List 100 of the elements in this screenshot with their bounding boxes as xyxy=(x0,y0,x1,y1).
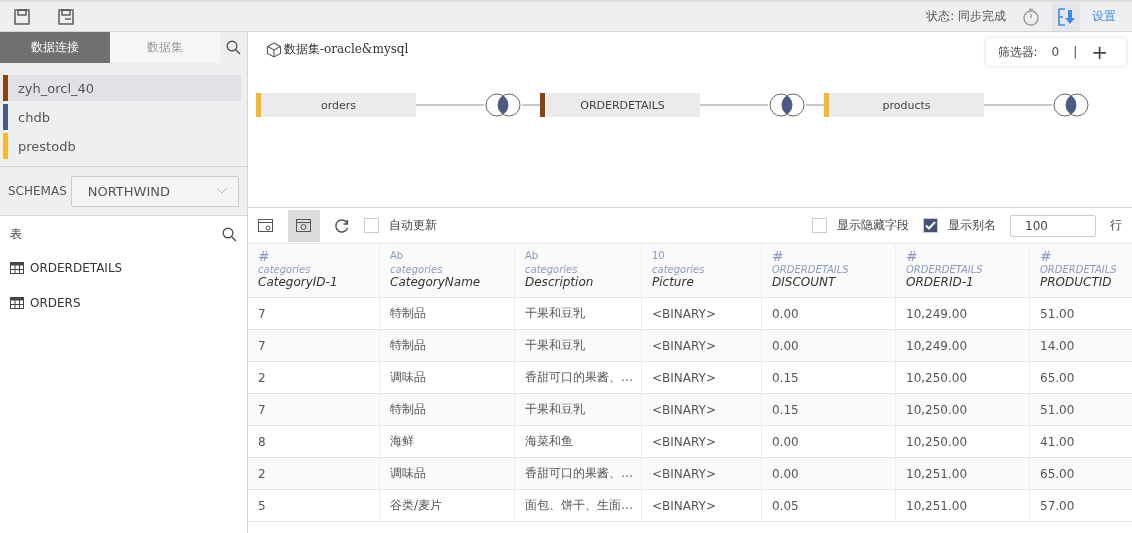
table-cell: 0.00 xyxy=(762,298,896,330)
column-source: categories xyxy=(525,264,578,275)
join-icon[interactable] xyxy=(1052,92,1090,118)
table-cell: 海菜和鱼 xyxy=(515,426,642,458)
add-filter-button[interactable]: + xyxy=(1091,40,1108,64)
table-icon xyxy=(10,261,24,274)
column-header[interactable]: Ab categories CategoryName xyxy=(380,244,515,298)
table-cell: 10,251.00 xyxy=(896,490,1030,522)
table-cell: 0.15 xyxy=(762,394,896,426)
column-source: categories xyxy=(390,264,444,275)
refresh-icon[interactable] xyxy=(334,217,350,234)
table-cell: 特制品 xyxy=(380,394,515,426)
dataset-title: 数据集-oracle&mysql xyxy=(284,41,409,58)
table-cell: 5 xyxy=(248,490,380,522)
preview-icon xyxy=(296,218,312,233)
column-name: DISCOUNT xyxy=(772,275,837,289)
column-name: Picture xyxy=(652,275,694,289)
column-name: Description xyxy=(525,275,595,289)
column-source: categories xyxy=(258,264,312,275)
column-source: ORDERDETAILS xyxy=(1040,264,1118,275)
table-cell: <BINARY> xyxy=(642,426,762,458)
table-cell: 0.05 xyxy=(762,490,896,522)
join-icon[interactable] xyxy=(768,92,806,118)
type-icon: 10 xyxy=(652,248,751,264)
table-cell: <BINARY> xyxy=(642,298,762,330)
column-header[interactable]: 10 categories Picture xyxy=(642,244,762,298)
show-alias-label: 显示别名 xyxy=(948,217,996,234)
table-cell: 0.00 xyxy=(762,458,896,490)
column-name: PRODUCTID xyxy=(1040,275,1113,289)
column-header[interactable]: Ab categories Description xyxy=(515,244,642,298)
auto-update-label: 自动更新 xyxy=(389,217,437,234)
show-alias-checkbox[interactable] xyxy=(923,218,938,233)
type-icon: # xyxy=(772,248,885,264)
table-cell: <BINARY> xyxy=(642,490,762,522)
column-header[interactable]: # ORDERDETAILS DISCOUNT xyxy=(762,244,896,298)
join-table-node[interactable]: orders xyxy=(256,93,416,117)
type-icon: # xyxy=(258,248,369,264)
table-cell: 7 xyxy=(248,330,380,362)
table-cell: 2 xyxy=(248,458,380,490)
show-hidden-label: 显示隐藏字段 xyxy=(837,217,909,234)
table-cell: 2 xyxy=(248,362,380,394)
table-cell: <BINARY> xyxy=(642,330,762,362)
table-name[interactable]: ORDERS xyxy=(30,295,81,310)
search-icon[interactable] xyxy=(222,226,237,242)
table-cell: 10,249.00 xyxy=(896,298,1030,330)
schema-select[interactable]: NORTHWIND xyxy=(70,175,239,207)
connection-item[interactable]: prestodb xyxy=(3,133,241,159)
column-header[interactable]: # ORDERDETAILS PRODUCTID xyxy=(1030,244,1132,298)
table-name[interactable]: ORDERDETAILS xyxy=(30,260,123,275)
preview-button[interactable] xyxy=(288,209,320,242)
filter-separator: | xyxy=(1073,45,1078,59)
column-source: ORDERDETAILS xyxy=(906,264,984,275)
table-cell: 特制品 xyxy=(380,298,515,330)
filter-label: 筛选器: xyxy=(997,43,1038,61)
table-cell: 海鲜 xyxy=(380,426,515,458)
join-icon[interactable] xyxy=(484,92,522,118)
show-hidden-checkbox[interactable] xyxy=(812,218,827,233)
table-cell: 10,250.00 xyxy=(896,394,1030,426)
table-cell: 14.00 xyxy=(1030,330,1132,362)
join-table-node[interactable]: products xyxy=(824,93,984,117)
column-header[interactable]: # categories CategoryID-1 xyxy=(248,244,380,298)
type-icon: Ab xyxy=(525,248,631,264)
connection-item[interactable]: chdb xyxy=(3,104,241,130)
table-cell: 10,249.00 xyxy=(896,330,1030,362)
table-cell: 面包、饼干、生面… xyxy=(515,490,642,522)
type-icon: # xyxy=(1040,248,1132,264)
column-name: CategoryID-1 xyxy=(258,275,339,289)
table-cell: 谷类/麦片 xyxy=(380,490,515,522)
table-cell: 香甜可口的果酱、… xyxy=(515,458,642,490)
column-name: CategoryName xyxy=(390,275,482,289)
settings-icon[interactable] xyxy=(258,218,274,233)
row-count-field[interactable]: 100 xyxy=(1010,214,1096,237)
column-source: categories xyxy=(652,264,706,275)
table-cell: 干果和豆乳 xyxy=(515,298,642,330)
download-icon[interactable] xyxy=(1052,2,1080,31)
table-cell: 10,250.00 xyxy=(896,362,1030,394)
table-cell: 干果和豆乳 xyxy=(515,330,642,362)
rows-unit-label: 行 xyxy=(1110,217,1122,234)
table-cell: 10,250.00 xyxy=(896,426,1030,458)
column-header[interactable]: # ORDERDETAILS ORDERID-1 xyxy=(896,244,1030,298)
table-cell: 调味品 xyxy=(380,362,515,394)
panel-tab[interactable]: 数据连接 xyxy=(0,32,110,63)
schemas-label: SCHEMAS xyxy=(8,184,67,198)
table-cell: 7 xyxy=(248,394,380,426)
type-icon: Ab xyxy=(390,248,504,264)
column-source: ORDERDETAILS xyxy=(772,264,850,275)
sync-status: 状态: 同步完成 xyxy=(926,8,1006,25)
table-cell: <BINARY> xyxy=(642,362,762,394)
table-cell: 7 xyxy=(248,298,380,330)
join-table-node[interactable]: ORDERDETAILS xyxy=(540,93,700,117)
table-cell: 8 xyxy=(248,426,380,458)
table-cell: 10,251.00 xyxy=(896,458,1030,490)
auto-update-checkbox[interactable] xyxy=(364,218,379,233)
table-cell: 干果和豆乳 xyxy=(515,394,642,426)
tables-title: 表 xyxy=(10,225,22,243)
table-cell: 65.00 xyxy=(1030,458,1132,490)
filter-count: 0 xyxy=(1051,45,1060,59)
connection-item[interactable]: zyh_orcl_40 xyxy=(3,75,241,101)
table-cell: 调味品 xyxy=(380,458,515,490)
column-name: ORDERID-1 xyxy=(906,275,975,289)
